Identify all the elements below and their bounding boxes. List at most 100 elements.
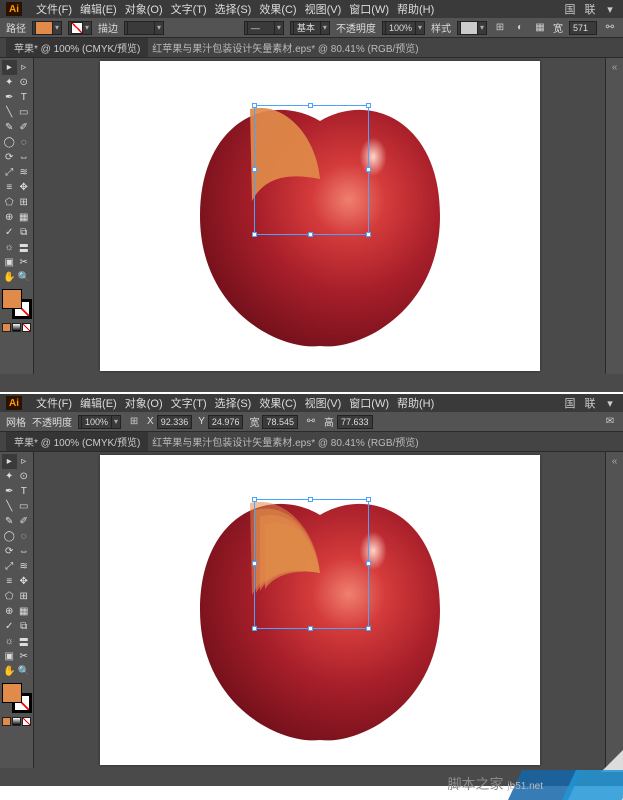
- menu-edit[interactable]: 编辑(E): [80, 395, 117, 411]
- paintbrush-tool[interactable]: ✎: [2, 514, 17, 529]
- artboard-tool[interactable]: ▣: [2, 255, 17, 270]
- line-tool[interactable]: ╲: [2, 105, 17, 120]
- magic-wand-tool[interactable]: ✦: [2, 75, 17, 90]
- menu-window[interactable]: 窗口(W): [349, 1, 389, 17]
- scale-tool[interactable]: ⤢: [2, 165, 17, 180]
- opacity-input[interactable]: 100%▾: [78, 415, 121, 429]
- artboard[interactable]: [100, 455, 540, 765]
- eraser-tool[interactable]: ◌: [17, 135, 32, 150]
- reflect-tool[interactable]: ⇔: [17, 150, 32, 165]
- gradient-tool[interactable]: ▦: [17, 604, 32, 619]
- x-value[interactable]: 92.336: [157, 415, 193, 429]
- graph-tool[interactable]: 〓: [17, 634, 32, 649]
- dropdown-icon[interactable]: ▾: [603, 2, 617, 16]
- rotate-tool[interactable]: ⟳: [2, 544, 17, 559]
- stroke-weight[interactable]: ▾: [124, 21, 164, 35]
- line-tool[interactable]: ╲: [2, 499, 17, 514]
- blob-brush-tool[interactable]: ◯: [2, 529, 17, 544]
- menu-select[interactable]: 选择(S): [215, 1, 252, 17]
- shape-mode-icon[interactable]: ◐: [513, 21, 527, 35]
- paintbrush-tool[interactable]: ✎: [2, 120, 17, 135]
- mesh-tool[interactable]: ⊕: [2, 604, 17, 619]
- layout-icon[interactable]: 国: [563, 396, 577, 410]
- document-tab-2[interactable]: 红苹果与果汁包装设计矢量素材.eps* @ 80.41% (RGB/预览): [152, 434, 418, 449]
- free-transform-tool[interactable]: ✥: [17, 180, 32, 195]
- align-icon[interactable]: ⊞: [493, 21, 507, 35]
- zoom-tool[interactable]: 🔍: [17, 664, 32, 679]
- menu-view[interactable]: 视图(V): [305, 1, 342, 17]
- width-value[interactable]: 571: [569, 21, 597, 35]
- arrange-icon[interactable]: 联: [583, 396, 597, 410]
- magic-wand-tool[interactable]: ✦: [2, 469, 17, 484]
- warp-tool[interactable]: ≋: [17, 559, 32, 574]
- fill-swatch[interactable]: ▾: [32, 21, 62, 35]
- pencil-tool[interactable]: ✐: [17, 120, 32, 135]
- slice-tool[interactable]: ✂: [17, 255, 32, 270]
- y-value[interactable]: 24.976: [208, 415, 244, 429]
- profile-dropdown[interactable]: —▾: [244, 21, 284, 35]
- free-transform-tool[interactable]: ✥: [17, 574, 32, 589]
- rectangle-tool[interactable]: ▭: [17, 499, 32, 514]
- direct-selection-tool[interactable]: ▹: [17, 454, 32, 469]
- canvas-area[interactable]: [34, 58, 605, 374]
- pen-tool[interactable]: ✒: [2, 90, 17, 105]
- fill-stroke-control[interactable]: [2, 683, 32, 713]
- selection-bounding-box[interactable]: [254, 499, 369, 629]
- eyedropper-tool[interactable]: ✓: [2, 225, 17, 240]
- collapse-icon[interactable]: «: [612, 62, 618, 73]
- blob-brush-tool[interactable]: ◯: [2, 135, 17, 150]
- menu-window[interactable]: 窗口(W): [349, 395, 389, 411]
- envelope-icon[interactable]: ✉: [603, 415, 617, 429]
- symbol-sprayer-tool[interactable]: ☼: [2, 240, 17, 255]
- fill-color-icon[interactable]: [2, 289, 22, 309]
- dropdown-icon[interactable]: ▾: [603, 396, 617, 410]
- mesh-tool[interactable]: ⊕: [2, 210, 17, 225]
- direct-selection-tool[interactable]: ▹: [17, 60, 32, 75]
- fill-stroke-control[interactable]: [2, 289, 32, 319]
- width-tool[interactable]: ≡: [2, 574, 17, 589]
- anchor-icon[interactable]: ⊞: [127, 415, 141, 429]
- pen-tool[interactable]: ✒: [2, 484, 17, 499]
- menu-help[interactable]: 帮助(H): [397, 1, 434, 17]
- gradient-tool[interactable]: ▦: [17, 210, 32, 225]
- rectangle-tool[interactable]: ▭: [17, 105, 32, 120]
- blend-tool[interactable]: ⧉: [17, 225, 32, 240]
- w-value[interactable]: 78.545: [262, 415, 298, 429]
- document-tab-1[interactable]: 苹果* @ 100% (CMYK/预览): [6, 38, 148, 57]
- fill-color-icon[interactable]: [2, 683, 22, 703]
- reflect-tool[interactable]: ⇔: [17, 544, 32, 559]
- color-mode-icons[interactable]: [2, 717, 32, 726]
- menu-file[interactable]: 文件(F): [36, 1, 72, 17]
- selection-bounding-box[interactable]: [254, 105, 369, 235]
- warp-tool[interactable]: ≋: [17, 165, 32, 180]
- brush-dropdown[interactable]: 基本▾: [290, 21, 330, 35]
- rotate-tool[interactable]: ⟳: [2, 150, 17, 165]
- canvas-area[interactable]: [34, 452, 605, 768]
- lasso-tool[interactable]: ⊙: [17, 469, 32, 484]
- menu-object[interactable]: 对象(O): [125, 395, 163, 411]
- document-tab-2[interactable]: 红苹果与果汁包装设计矢量素材.eps* @ 80.41% (RGB/预览): [152, 40, 418, 55]
- shape-builder-tool[interactable]: ⬠: [2, 589, 17, 604]
- selection-tool[interactable]: ▸: [2, 454, 17, 469]
- stroke-swatch[interactable]: ▾: [68, 21, 92, 35]
- selection-tool[interactable]: ▸: [2, 60, 17, 75]
- hand-tool[interactable]: ✋: [2, 664, 17, 679]
- collapse-icon[interactable]: «: [612, 456, 618, 467]
- artboard-tool[interactable]: ▣: [2, 649, 17, 664]
- artboard[interactable]: [100, 61, 540, 371]
- link-wh-icon[interactable]: ⚯: [304, 415, 318, 429]
- width-tool[interactable]: ≡: [2, 180, 17, 195]
- eyedropper-tool[interactable]: ✓: [2, 619, 17, 634]
- type-tool[interactable]: T: [17, 484, 32, 499]
- menu-object[interactable]: 对象(O): [125, 1, 163, 17]
- zoom-tool[interactable]: 🔍: [17, 270, 32, 285]
- graph-tool[interactable]: 〓: [17, 240, 32, 255]
- menu-type[interactable]: 文字(T): [171, 1, 207, 17]
- opacity-input[interactable]: 100%▾: [382, 21, 425, 35]
- perspective-tool[interactable]: ⊞: [17, 589, 32, 604]
- menu-view[interactable]: 视图(V): [305, 395, 342, 411]
- slice-tool[interactable]: ✂: [17, 649, 32, 664]
- menu-help[interactable]: 帮助(H): [397, 395, 434, 411]
- shape-builder-tool[interactable]: ⬠: [2, 195, 17, 210]
- link-icon[interactable]: ⚯: [603, 21, 617, 35]
